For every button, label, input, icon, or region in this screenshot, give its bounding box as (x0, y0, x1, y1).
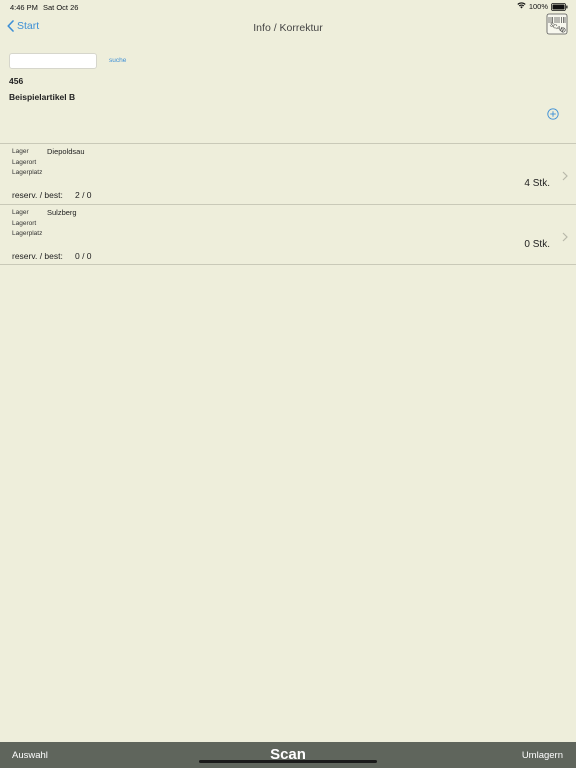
lager-value: Sulzberg (47, 208, 77, 217)
reserv-value: 2 / 0 (75, 190, 92, 200)
quantity: 0 Stk. (524, 239, 550, 250)
article-number: 456 (9, 76, 24, 86)
lager-value: Diepoldsau (47, 147, 85, 156)
divider (0, 264, 576, 265)
battery-icon (551, 2, 568, 11)
lager-label: Lager (12, 209, 29, 216)
lagerort-label: Lagerort (12, 159, 37, 166)
umlagern-button[interactable]: Umlagern (522, 750, 563, 761)
barcode-scan-icon[interactable]: SCAN (546, 13, 568, 35)
quantity: 4 Stk. (524, 178, 550, 189)
lagerort-label: Lagerort (12, 220, 37, 227)
bottom-toolbar: Auswahl Scan Umlagern (0, 742, 576, 768)
home-indicator (199, 760, 377, 763)
reserv-label: reserv. / best: (12, 251, 63, 261)
status-date: Sat Oct 26 (43, 3, 79, 12)
battery-percent: 100% (528, 2, 548, 11)
reserv-label: reserv. / best: (12, 190, 63, 200)
screen: 4:46 PM Sat Oct 26 100% Start Info / Kor… (0, 0, 576, 768)
status-time: 4:46 PM (10, 3, 38, 12)
search-button[interactable]: suche (109, 57, 126, 64)
search-input[interactable] (9, 53, 97, 69)
chevron-right-icon (562, 229, 568, 242)
lager-label: Lager (12, 148, 29, 155)
status-indicators: 100% (517, 2, 568, 11)
chevron-right-icon (562, 168, 568, 181)
status-bar: 4:46 PM Sat Oct 26 100% (0, 0, 576, 14)
page-title: Info / Korrektur (253, 22, 323, 34)
reserv-value: 0 / 0 (75, 251, 92, 261)
lagerplatz-label: Lagerplatz (12, 230, 43, 237)
article-name: Beispielartikel B (9, 92, 76, 102)
lagerplatz-label: Lagerplatz (12, 169, 43, 176)
stock-row-2[interactable]: Lager Sulzberg Lagerort Lagerplatz reser… (0, 205, 576, 265)
stock-row-1[interactable]: Lager Diepoldsau Lagerort Lagerplatz res… (0, 144, 576, 204)
wifi-icon (517, 2, 526, 11)
add-circle-icon[interactable] (547, 107, 559, 120)
auswahl-button[interactable]: Auswahl (12, 750, 48, 761)
